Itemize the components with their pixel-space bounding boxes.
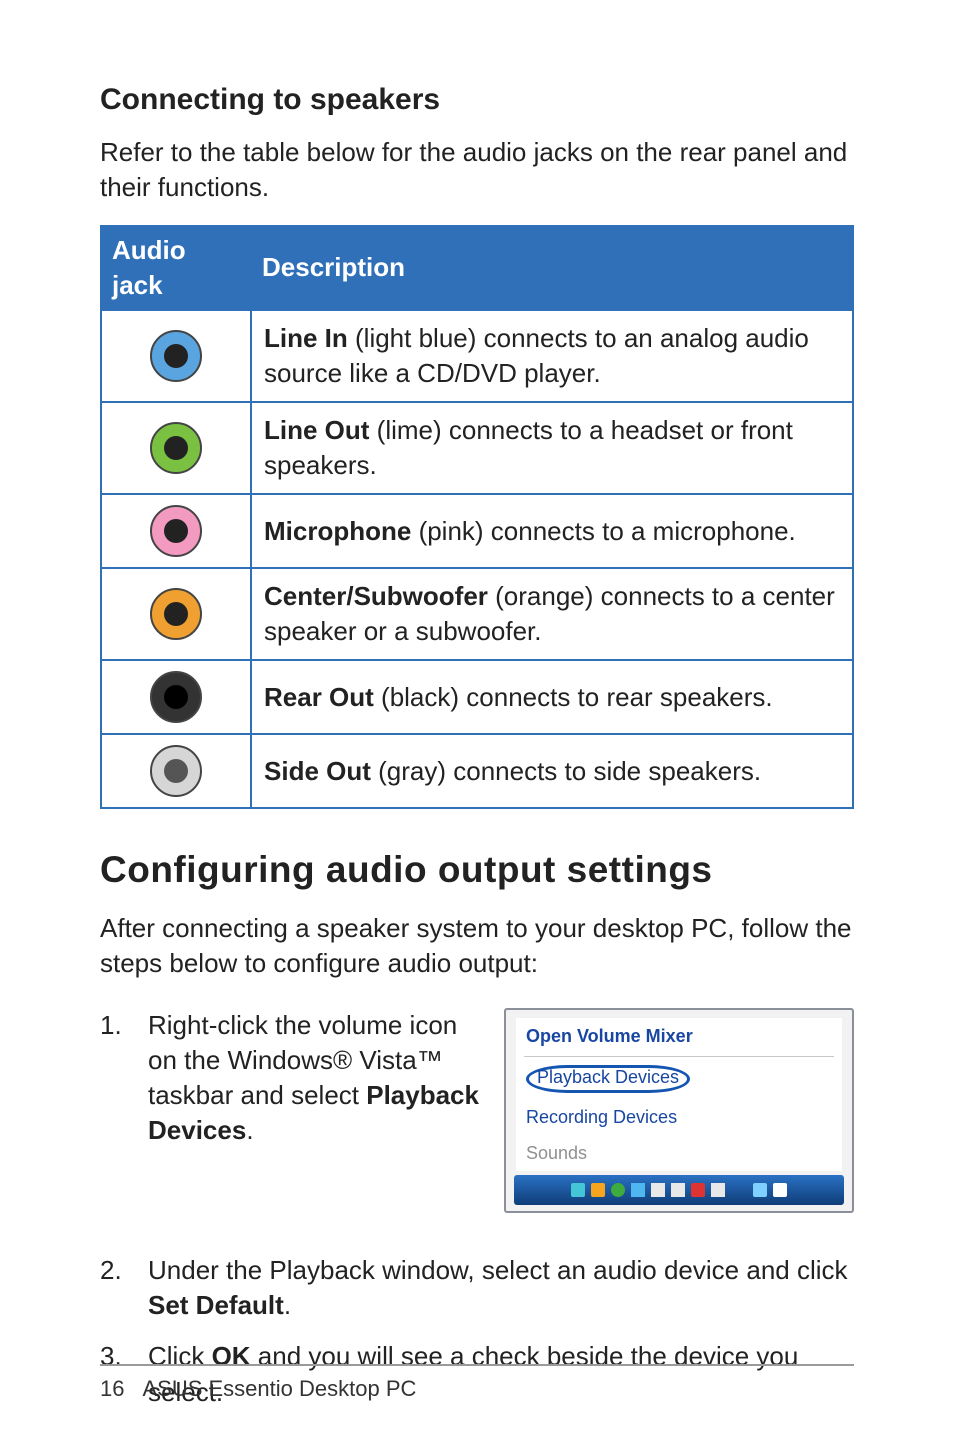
rest: (pink) connects to a microphone.: [411, 516, 795, 546]
tray-icon: [631, 1183, 645, 1197]
menu-open-volume-mixer[interactable]: Open Volume Mixer: [516, 1018, 842, 1054]
table-row: Line Out (lime) connects to a headset or…: [101, 402, 853, 494]
t: Under the Playback window, select an aud…: [148, 1255, 848, 1285]
para-refer: Refer to the table below for the audio j…: [100, 135, 854, 205]
jack-rear-out-icon: [150, 671, 202, 723]
jack-microphone-icon: [150, 505, 202, 557]
tray-icon: [651, 1183, 665, 1197]
heading-connecting: Connecting to speakers: [100, 80, 854, 121]
menu-separator: [524, 1056, 834, 1057]
tray-icon: [671, 1183, 685, 1197]
label: Microphone: [264, 516, 411, 546]
label: Side Out: [264, 756, 371, 786]
step-number: 1.: [100, 1008, 124, 1148]
audio-jack-table: Audio jack Description Line In (light bl…: [100, 225, 854, 810]
step-2: 2. Under the Playback window, select an …: [100, 1253, 854, 1323]
label: Center/Subwoofer: [264, 581, 488, 611]
tray-icon: [691, 1183, 705, 1197]
menu-recording-devices[interactable]: Recording Devices: [516, 1099, 842, 1135]
menu-sounds[interactable]: Sounds: [516, 1135, 842, 1171]
product-name: ASUS Essentio Desktop PC: [142, 1374, 416, 1404]
t: .: [284, 1290, 291, 1320]
desc-side-out: Side Out (gray) connects to side speaker…: [251, 734, 853, 808]
tray-icon: [711, 1183, 725, 1197]
jack-center-sub-icon: [150, 588, 202, 640]
step-text: Right-click the volume icon on the Windo…: [148, 1008, 480, 1148]
tray-icon: [571, 1183, 585, 1197]
jack-side-out-icon: [150, 745, 202, 797]
highlight-circle-icon: Playback Devices: [526, 1065, 690, 1093]
table-row: Rear Out (black) connects to rear speake…: [101, 660, 853, 734]
label: Line In: [264, 323, 348, 353]
desc-center-sub: Center/Subwoofer (orange) connects to a …: [251, 568, 853, 660]
step-text: Under the Playback window, select an aud…: [148, 1253, 854, 1323]
taskbar-tray: [514, 1175, 844, 1205]
step-1: 1. Right-click the volume icon on the Wi…: [100, 1008, 480, 1148]
jack-line-in-icon: [150, 330, 202, 382]
jack-line-out-icon: [150, 422, 202, 474]
para-after: After connecting a speaker system to you…: [100, 911, 854, 981]
page-number: 16: [100, 1374, 124, 1404]
volume-icon[interactable]: [773, 1183, 787, 1197]
label: Rear Out: [264, 682, 374, 712]
desc-microphone: Microphone (pink) connects to a micropho…: [251, 494, 853, 568]
context-menu-screenshot: Open Volume Mixer Playback Devices Recor…: [504, 1008, 854, 1214]
table-row: Side Out (gray) connects to side speaker…: [101, 734, 853, 808]
t-bold: Set Default: [148, 1290, 284, 1320]
heading-configuring: Configuring audio output settings: [100, 845, 854, 895]
table-row: Microphone (pink) connects to a micropho…: [101, 494, 853, 568]
page-footer: 16 ASUS Essentio Desktop PC: [100, 1364, 854, 1404]
menu-playback-devices[interactable]: Playback Devices: [516, 1059, 842, 1099]
desc-line-in: Line In (light blue) connects to an anal…: [251, 310, 853, 402]
tray-icon: [611, 1183, 625, 1197]
t: .: [246, 1115, 253, 1145]
desc-rear-out: Rear Out (black) connects to rear speake…: [251, 660, 853, 734]
table-row: Center/Subwoofer (orange) connects to a …: [101, 568, 853, 660]
label: Line Out: [264, 415, 369, 445]
rest: (gray) connects to side speakers.: [371, 756, 761, 786]
step-number: 2.: [100, 1253, 124, 1323]
desc-line-out: Line Out (lime) connects to a headset or…: [251, 402, 853, 494]
table-row: Line In (light blue) connects to an anal…: [101, 310, 853, 402]
tray-icon: [753, 1183, 767, 1197]
th-audio-jack: Audio jack: [101, 226, 251, 310]
rest: (black) connects to rear speakers.: [374, 682, 773, 712]
tray-icon: [591, 1183, 605, 1197]
th-description: Description: [251, 226, 853, 310]
